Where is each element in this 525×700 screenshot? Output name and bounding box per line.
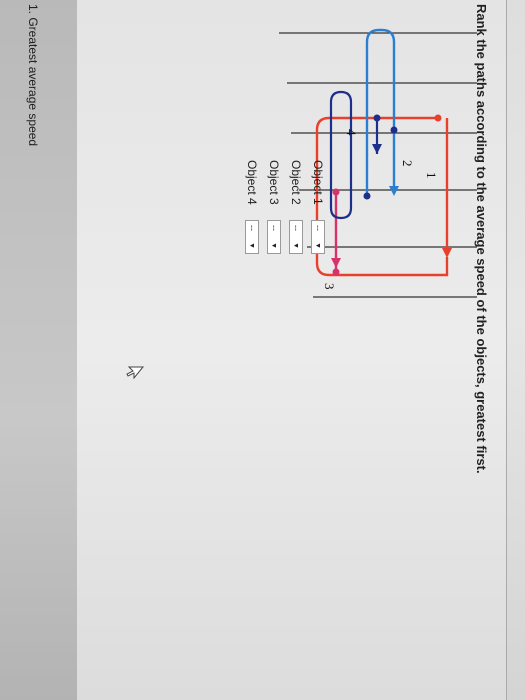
- chevron-down-icon: ▼: [292, 242, 300, 249]
- path-4: [329, 90, 382, 220]
- object-label: Object 3: [267, 160, 281, 205]
- object-label: Object 4: [245, 160, 259, 205]
- path-3: [331, 188, 341, 276]
- object-1-rank-select[interactable]: -- ▼: [311, 220, 325, 254]
- object-row-2: Object 2 -- ▼: [289, 160, 303, 254]
- object-2-rank-select[interactable]: -- ▼: [289, 220, 303, 254]
- object-row-4: Object 4 -- ▼: [245, 160, 259, 254]
- object-label: Object 1: [311, 160, 325, 205]
- path-2: [363, 28, 399, 200]
- select-value: --: [291, 225, 301, 231]
- path-label-3: 3: [322, 283, 337, 290]
- object-row-3: Object 3 -- ▼: [267, 160, 281, 254]
- path-label-1: 1: [424, 172, 439, 179]
- motion-diagram: 1 2 3 4: [279, 28, 477, 298]
- select-value: --: [313, 225, 323, 231]
- select-value: --: [247, 225, 257, 231]
- chevron-down-icon: ▼: [248, 242, 256, 249]
- chevron-down-icon: ▼: [270, 242, 278, 249]
- object-4-rank-select[interactable]: -- ▼: [245, 220, 259, 254]
- greatest-speed-label: 1. Greatest average speed: [26, 4, 40, 147]
- screen: Rank the paths according to the average …: [0, 0, 525, 700]
- path-label-2: 2: [400, 160, 415, 167]
- select-value: --: [269, 225, 279, 231]
- path-label-4: 4: [344, 129, 359, 136]
- object-row-1: Object 1 -- ▼: [311, 160, 325, 254]
- object-label: Object 2: [289, 160, 303, 205]
- chevron-down-icon: ▼: [314, 242, 322, 249]
- pointer-cursor-icon: [126, 366, 145, 380]
- object-3-rank-select[interactable]: -- ▼: [267, 220, 281, 254]
